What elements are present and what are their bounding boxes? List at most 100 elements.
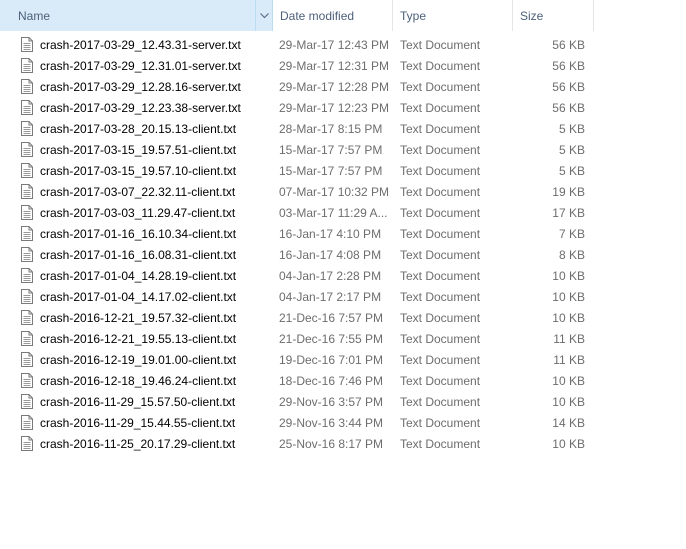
file-size: 56 KB bbox=[552, 79, 585, 94]
file-name[interactable]: crash-2017-01-04_14.17.02-client.txt bbox=[40, 290, 236, 304]
file-name-cell: crash-2017-03-07_22.32.11-client.txt bbox=[0, 184, 273, 199]
file-name-cell: crash-2017-03-03_11.29.47-client.txt bbox=[0, 205, 273, 220]
file-name[interactable]: crash-2017-03-03_11.29.47-client.txt bbox=[40, 206, 235, 220]
file-date-modified: 07-Mar-17 10:32 PM bbox=[279, 184, 390, 199]
file-explorer-details-view: Name Date modified Type Size crash-2017-… bbox=[0, 0, 686, 549]
file-row[interactable]: crash-2017-03-29_12.23.38-server.txt 29-… bbox=[0, 97, 600, 118]
file-type: Text Document bbox=[400, 37, 481, 52]
file-row[interactable]: crash-2017-01-16_16.08.31-client.txt 16-… bbox=[0, 244, 600, 265]
file-name[interactable]: crash-2016-12-19_19.01.00-client.txt bbox=[40, 353, 236, 367]
file-row[interactable]: crash-2017-01-04_14.17.02-client.txt 04-… bbox=[0, 286, 600, 307]
file-size: 17 KB bbox=[552, 205, 585, 220]
file-name-cell: crash-2017-01-16_16.10.34-client.txt bbox=[0, 226, 273, 241]
text-document-icon bbox=[21, 289, 33, 304]
file-name[interactable]: crash-2016-11-29_15.57.50-client.txt bbox=[40, 395, 235, 409]
file-date-modified: 21-Dec-16 7:55 PM bbox=[279, 331, 384, 346]
file-row[interactable]: crash-2017-03-28_20.15.13-client.txt 28-… bbox=[0, 118, 600, 139]
file-name[interactable]: crash-2017-01-04_14.28.19-client.txt bbox=[40, 269, 236, 283]
file-name[interactable]: crash-2017-03-29_12.23.38-server.txt bbox=[40, 101, 241, 115]
file-row[interactable]: crash-2016-12-18_19.46.24-client.txt 18-… bbox=[0, 370, 600, 391]
text-document-icon bbox=[21, 352, 33, 367]
file-name[interactable]: crash-2017-03-29_12.43.31-server.txt bbox=[40, 38, 241, 52]
column-header-date-modified[interactable]: Date modified bbox=[273, 0, 393, 31]
file-row[interactable]: crash-2017-03-29_12.28.16-server.txt 29-… bbox=[0, 76, 600, 97]
file-date-modified: 29-Mar-17 12:31 PM bbox=[279, 58, 390, 73]
column-header-type[interactable]: Type bbox=[393, 0, 513, 31]
file-name[interactable]: crash-2017-03-28_20.15.13-client.txt bbox=[40, 122, 236, 136]
file-name[interactable]: crash-2017-01-16_16.10.34-client.txt bbox=[40, 227, 236, 241]
file-name-cell: crash-2017-03-29_12.28.16-server.txt bbox=[0, 79, 273, 94]
column-header-size[interactable]: Size bbox=[513, 0, 594, 31]
file-date-modified: 18-Dec-16 7:46 PM bbox=[279, 373, 384, 388]
file-type: Text Document bbox=[400, 436, 481, 451]
file-name-cell: crash-2017-03-15_19.57.51-client.txt bbox=[0, 142, 273, 157]
file-date-modified: 04-Jan-17 2:28 PM bbox=[279, 268, 382, 283]
file-size: 8 KB bbox=[558, 247, 585, 262]
column-header-date-label: Date modified bbox=[280, 8, 355, 23]
text-document-icon bbox=[21, 394, 33, 409]
text-document-icon bbox=[21, 226, 33, 241]
file-name-cell: crash-2016-11-25_20.17.29-client.txt bbox=[0, 436, 273, 451]
file-date-modified: 29-Mar-17 12:43 PM bbox=[279, 37, 390, 52]
file-list: crash-2017-03-29_12.43.31-server.txt 29-… bbox=[0, 34, 600, 454]
file-type: Text Document bbox=[400, 247, 481, 262]
file-name[interactable]: crash-2017-03-15_19.57.51-client.txt bbox=[40, 143, 236, 157]
file-size: 10 KB bbox=[552, 289, 585, 304]
file-row[interactable]: crash-2016-12-19_19.01.00-client.txt 19-… bbox=[0, 349, 600, 370]
file-date-modified: 15-Mar-17 7:57 PM bbox=[279, 163, 383, 178]
file-name[interactable]: crash-2016-11-29_15.44.55-client.txt bbox=[40, 416, 235, 430]
file-date-modified: 16-Jan-17 4:10 PM bbox=[279, 226, 382, 241]
file-row[interactable]: crash-2016-11-29_15.57.50-client.txt 29-… bbox=[0, 391, 600, 412]
file-date-modified: 15-Mar-17 7:57 PM bbox=[279, 142, 383, 157]
file-row[interactable]: crash-2017-01-04_14.28.19-client.txt 04-… bbox=[0, 265, 600, 286]
file-date-modified: 29-Mar-17 12:23 PM bbox=[279, 100, 390, 115]
file-row[interactable]: crash-2017-03-29_12.31.01-server.txt 29-… bbox=[0, 55, 600, 76]
file-name-cell: crash-2016-12-19_19.01.00-client.txt bbox=[0, 352, 273, 367]
file-name-cell: crash-2016-12-21_19.55.13-client.txt bbox=[0, 331, 273, 346]
file-row[interactable]: crash-2016-11-25_20.17.29-client.txt 25-… bbox=[0, 433, 600, 454]
chevron-down-icon[interactable] bbox=[255, 0, 272, 31]
file-row[interactable]: crash-2016-12-21_19.57.32-client.txt 21-… bbox=[0, 307, 600, 328]
file-name[interactable]: crash-2017-03-07_22.32.11-client.txt bbox=[40, 185, 235, 199]
file-size: 11 KB bbox=[553, 352, 585, 367]
file-type: Text Document bbox=[400, 79, 481, 94]
file-name-cell: crash-2017-03-15_19.57.10-client.txt bbox=[0, 163, 273, 178]
file-name[interactable]: crash-2016-12-21_19.57.32-client.txt bbox=[40, 311, 236, 325]
file-row[interactable]: crash-2017-03-15_19.57.10-client.txt 15-… bbox=[0, 160, 600, 181]
file-name[interactable]: crash-2016-11-25_20.17.29-client.txt bbox=[40, 437, 235, 451]
file-type: Text Document bbox=[400, 415, 481, 430]
text-document-icon bbox=[21, 436, 33, 451]
text-document-icon bbox=[21, 268, 33, 283]
text-document-icon bbox=[21, 58, 33, 73]
file-row[interactable]: crash-2017-03-07_22.32.11-client.txt 07-… bbox=[0, 181, 600, 202]
file-size: 56 KB bbox=[552, 58, 585, 73]
file-row[interactable]: crash-2017-03-29_12.43.31-server.txt 29-… bbox=[0, 34, 600, 55]
file-name-cell: crash-2016-12-21_19.57.32-client.txt bbox=[0, 310, 273, 325]
file-name[interactable]: crash-2017-01-16_16.08.31-client.txt bbox=[40, 248, 236, 262]
file-name[interactable]: crash-2017-03-29_12.31.01-server.txt bbox=[40, 59, 241, 73]
file-type: Text Document bbox=[400, 310, 481, 325]
file-name[interactable]: crash-2016-12-18_19.46.24-client.txt bbox=[40, 374, 236, 388]
file-name[interactable]: crash-2017-03-29_12.28.16-server.txt bbox=[40, 80, 241, 94]
file-type: Text Document bbox=[400, 100, 481, 115]
column-header-name[interactable]: Name bbox=[0, 0, 273, 31]
file-name[interactable]: crash-2016-12-21_19.55.13-client.txt bbox=[40, 332, 236, 346]
file-type: Text Document bbox=[400, 226, 481, 241]
file-row[interactable]: crash-2017-03-15_19.57.51-client.txt 15-… bbox=[0, 139, 600, 160]
file-name-cell: crash-2016-11-29_15.57.50-client.txt bbox=[0, 394, 273, 409]
column-header-size-label: Size bbox=[520, 8, 544, 23]
file-date-modified: 25-Nov-16 8:17 PM bbox=[279, 436, 384, 451]
file-type: Text Document bbox=[400, 163, 481, 178]
file-name[interactable]: crash-2017-03-15_19.57.10-client.txt bbox=[40, 164, 236, 178]
file-row[interactable]: crash-2016-11-29_15.44.55-client.txt 29-… bbox=[0, 412, 600, 433]
text-document-icon bbox=[21, 247, 33, 262]
file-row[interactable]: crash-2017-03-03_11.29.47-client.txt 03-… bbox=[0, 202, 600, 223]
file-name-cell: crash-2017-03-29_12.31.01-server.txt bbox=[0, 58, 273, 73]
file-name-cell: crash-2017-03-29_12.43.31-server.txt bbox=[0, 37, 273, 52]
text-document-icon bbox=[21, 310, 33, 325]
file-name-cell: crash-2017-01-16_16.08.31-client.txt bbox=[0, 247, 273, 262]
file-date-modified: 29-Nov-16 3:57 PM bbox=[279, 394, 384, 409]
file-type: Text Document bbox=[400, 352, 481, 367]
file-row[interactable]: crash-2016-12-21_19.55.13-client.txt 21-… bbox=[0, 328, 600, 349]
file-row[interactable]: crash-2017-01-16_16.10.34-client.txt 16-… bbox=[0, 223, 600, 244]
